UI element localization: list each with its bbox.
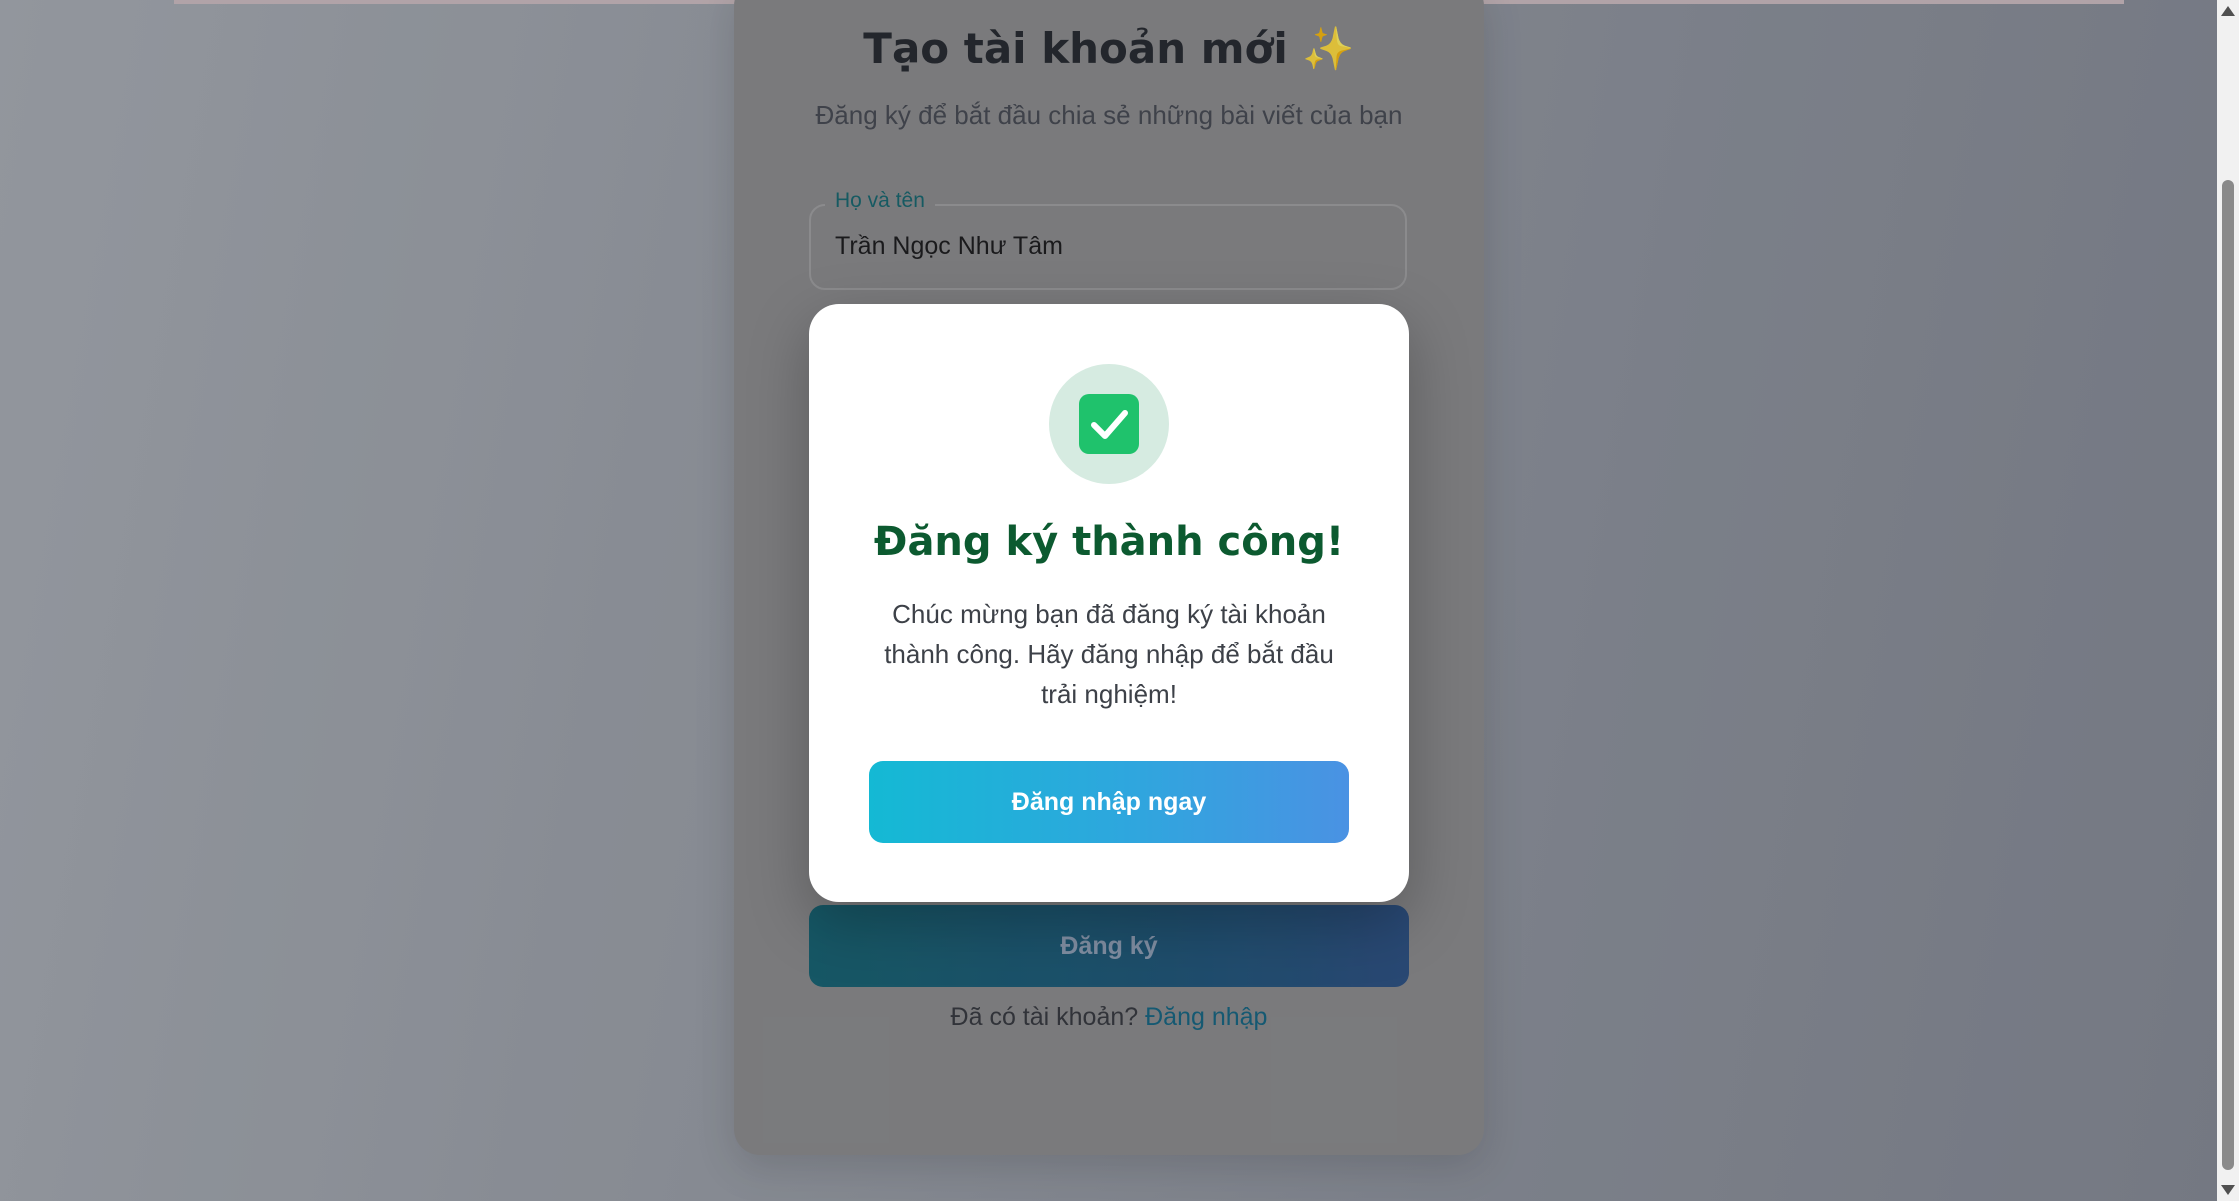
vertical-scrollbar[interactable] <box>2217 0 2239 1201</box>
check-mark-icon <box>1079 394 1139 454</box>
login-now-button[interactable]: Đăng nhập ngay <box>869 761 1349 843</box>
scroll-up-arrow-icon[interactable] <box>2221 6 2235 16</box>
scroll-thumb[interactable] <box>2222 180 2234 1170</box>
scroll-down-arrow-icon[interactable] <box>2221 1185 2235 1195</box>
success-message: Chúc mừng bạn đã đăng ký tài khoản thành… <box>884 599 1334 709</box>
success-icon-circle <box>1049 364 1169 484</box>
success-modal: Đăng ký thành công! Chúc mừng bạn đã đăn… <box>809 304 1409 902</box>
success-title: Đăng ký thành công! <box>873 519 1345 565</box>
